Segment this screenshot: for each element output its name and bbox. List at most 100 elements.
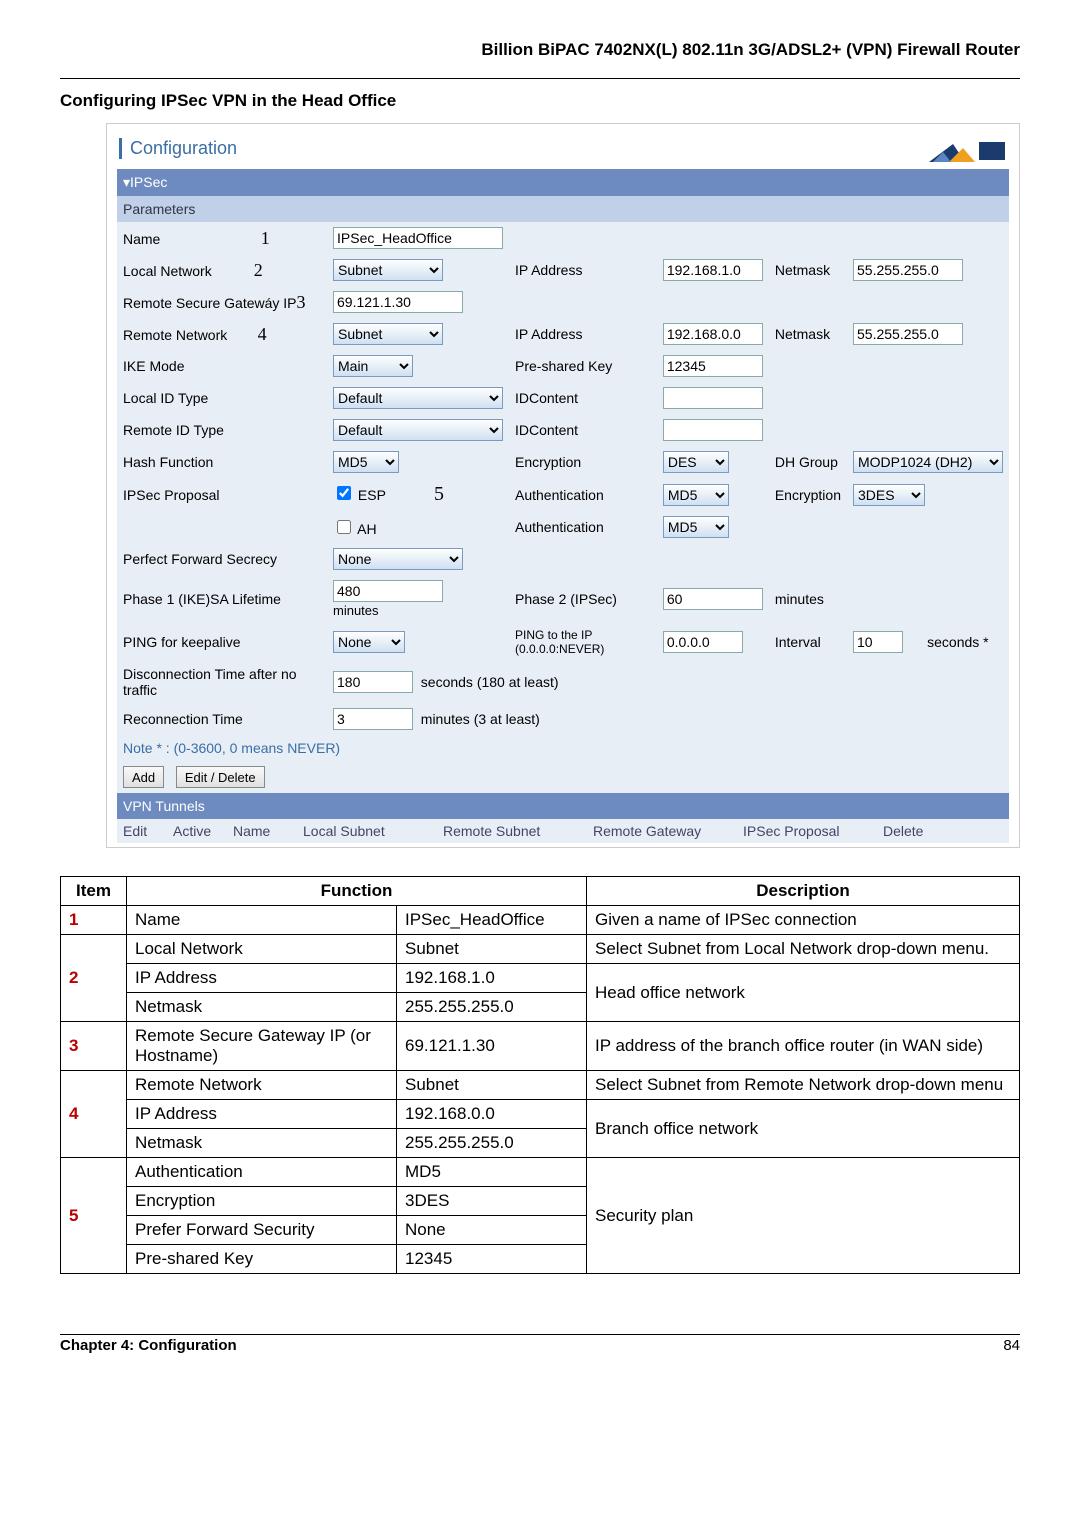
cell: 192.168.0.0 bbox=[397, 1100, 587, 1129]
cell: Remote Secure Gateway IP (or Hostname) bbox=[127, 1022, 397, 1071]
label-idcontent-2: IDContent bbox=[509, 414, 657, 446]
callout-5: 5 bbox=[434, 483, 444, 505]
cell: Branch office network bbox=[587, 1100, 1020, 1158]
item-4: 4 bbox=[61, 1071, 127, 1158]
checkbox-esp[interactable] bbox=[337, 486, 351, 500]
label-enc-esp: Encryption bbox=[769, 478, 847, 511]
footer-page-number: 84 bbox=[1003, 1337, 1020, 1354]
cell: Pre-shared Key bbox=[127, 1245, 397, 1274]
add-button[interactable]: Add bbox=[123, 766, 164, 788]
label-remote-gw: Remote Secure Gatewáy IP bbox=[123, 295, 297, 311]
input-local-ip[interactable] bbox=[663, 259, 763, 281]
label-local-id-type: Local ID Type bbox=[117, 382, 327, 414]
cell: Security plan bbox=[587, 1158, 1020, 1274]
label-minutes-2: minutes bbox=[769, 575, 1009, 623]
input-remote-idcontent[interactable] bbox=[663, 419, 763, 441]
cell: IPSec_HeadOffice bbox=[397, 906, 587, 935]
select-dh-group[interactable]: MODP1024 (DH2) bbox=[853, 451, 1003, 473]
edit-delete-button[interactable]: Edit / Delete bbox=[176, 766, 265, 788]
cell: Head office network bbox=[587, 964, 1020, 1022]
select-hash[interactable]: MD5 bbox=[333, 451, 399, 473]
cell: 192.168.1.0 bbox=[397, 964, 587, 993]
header-rule bbox=[60, 78, 1020, 79]
label-minutes-least: minutes (3 at least) bbox=[421, 711, 540, 727]
cell: None bbox=[397, 1216, 587, 1245]
th-description: Description bbox=[587, 877, 1020, 906]
cell: Subnet bbox=[397, 1071, 587, 1100]
cell: Given a name of IPSec connection bbox=[587, 906, 1020, 935]
select-enc-esp[interactable]: 3DES bbox=[853, 484, 925, 506]
label-remote-id-type: Remote ID Type bbox=[117, 414, 327, 446]
input-psk[interactable] bbox=[663, 355, 763, 377]
input-phase1[interactable] bbox=[333, 580, 443, 602]
label-phase1: Phase 1 (IKE)SA Lifetime bbox=[117, 575, 327, 623]
label-ah: AH bbox=[357, 521, 376, 537]
col-name: Name bbox=[227, 819, 297, 843]
label-ipsec-proposal: IPSec Proposal bbox=[117, 478, 327, 511]
label-pfs: Perfect Forward Secrecy bbox=[117, 543, 327, 575]
th-item: Item bbox=[61, 877, 127, 906]
select-remote-id-type[interactable]: Default bbox=[333, 419, 503, 441]
cell: Authentication bbox=[127, 1158, 397, 1187]
label-ping-keepalive: PING for keepalive bbox=[117, 623, 327, 661]
parameters-bar: Parameters bbox=[117, 196, 1009, 222]
cell: Remote Network bbox=[127, 1071, 397, 1100]
cell: IP Address bbox=[127, 964, 397, 993]
label-auth-esp: Authentication bbox=[509, 478, 657, 511]
cell: Prefer Forward Security bbox=[127, 1216, 397, 1245]
select-ike-mode[interactable]: Main bbox=[333, 355, 413, 377]
cell: Local Network bbox=[127, 935, 397, 964]
select-local-network[interactable]: Subnet bbox=[333, 259, 443, 281]
cell: 12345 bbox=[397, 1245, 587, 1274]
callout-3: 3 bbox=[297, 292, 306, 313]
label-psk: Pre-shared Key bbox=[509, 350, 657, 382]
label-hash: Hash Function bbox=[117, 446, 327, 478]
label-auth-ah: Authentication bbox=[509, 511, 657, 543]
label-dh-group: DH Group bbox=[769, 446, 847, 478]
item-5: 5 bbox=[61, 1158, 127, 1274]
input-name[interactable] bbox=[333, 227, 503, 249]
brand-logo bbox=[929, 138, 1009, 166]
select-pfs[interactable]: None bbox=[333, 548, 463, 570]
select-encryption[interactable]: DES bbox=[663, 451, 729, 473]
col-edit: Edit bbox=[117, 819, 167, 843]
ipsec-bar[interactable]: ▾IPSec bbox=[117, 169, 1009, 196]
label-seconds-least: seconds (180 at least) bbox=[421, 674, 559, 690]
label-remote-network: Remote Network bbox=[123, 327, 227, 343]
th-function: Function bbox=[127, 877, 587, 906]
callout-1: 1 bbox=[254, 228, 270, 249]
cell: Encryption bbox=[127, 1187, 397, 1216]
label-ike-mode: IKE Mode bbox=[117, 350, 327, 382]
cell: 255.255.255.0 bbox=[397, 1129, 587, 1158]
input-local-idcontent[interactable] bbox=[663, 387, 763, 409]
checkbox-ah[interactable] bbox=[337, 520, 351, 534]
section-heading: Configuring IPSec VPN in the Head Office bbox=[60, 91, 1020, 111]
input-interval[interactable] bbox=[853, 631, 903, 653]
label-disc-time: Disconnection Time after no traffic bbox=[117, 661, 327, 703]
cell: Select Subnet from Remote Network drop-d… bbox=[587, 1071, 1020, 1100]
label-esp: ESP bbox=[358, 487, 386, 503]
input-remote-ip[interactable] bbox=[663, 323, 763, 345]
input-ping-ip[interactable] bbox=[663, 631, 743, 653]
vpn-tunnels-bar: VPN Tunnels bbox=[117, 793, 1009, 819]
config-panel: Configuration ▾IPSec Parameters Name 1 bbox=[106, 123, 1020, 848]
panel-title: Configuration bbox=[119, 138, 237, 159]
cell: 255.255.255.0 bbox=[397, 993, 587, 1022]
select-ping[interactable]: None bbox=[333, 631, 405, 653]
label-minutes-1: minutes bbox=[333, 603, 379, 618]
label-netmask: Netmask bbox=[769, 254, 847, 286]
input-local-mask[interactable] bbox=[853, 259, 963, 281]
ipsec-form: ▾IPSec Parameters Name 1 Local Network 2… bbox=[117, 169, 1009, 843]
input-reconn-time[interactable] bbox=[333, 708, 413, 730]
select-local-id-type[interactable]: Default bbox=[333, 387, 503, 409]
cell: 3DES bbox=[397, 1187, 587, 1216]
select-remote-network[interactable]: Subnet bbox=[333, 323, 443, 345]
description-table: Item Function Description 1 Name IPSec_H… bbox=[60, 876, 1020, 1274]
input-phase2[interactable] bbox=[663, 588, 763, 610]
select-auth-esp[interactable]: MD5 bbox=[663, 484, 729, 506]
select-auth-ah[interactable]: MD5 bbox=[663, 516, 729, 538]
input-disc-time[interactable] bbox=[333, 671, 413, 693]
col-ipsec-proposal: IPSec Proposal bbox=[737, 819, 877, 843]
input-remote-mask[interactable] bbox=[853, 323, 963, 345]
input-remote-gw[interactable] bbox=[333, 291, 463, 313]
